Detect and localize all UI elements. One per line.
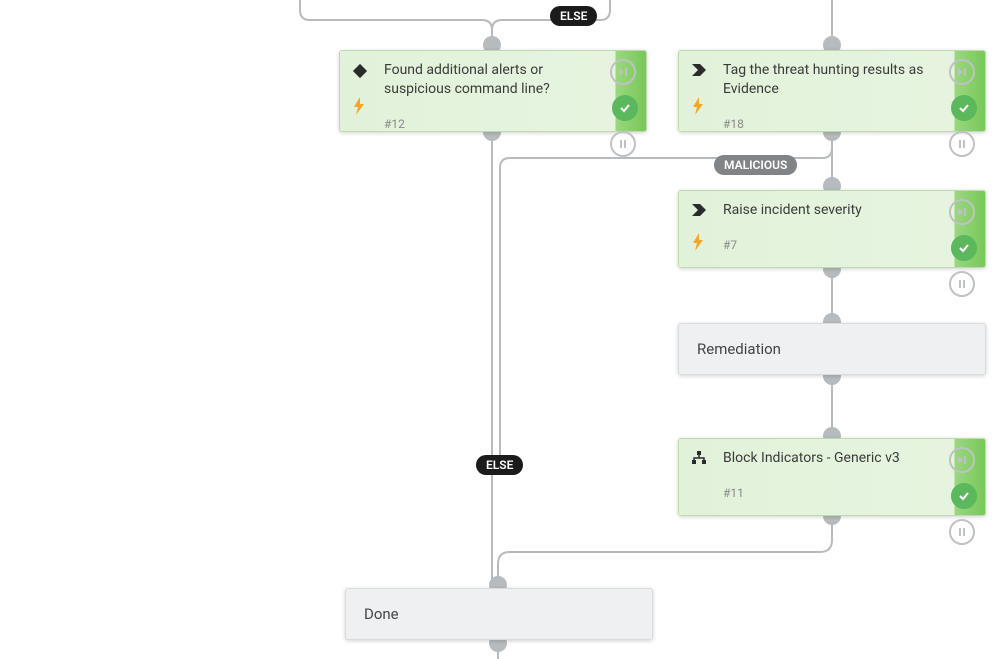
chevron-icon xyxy=(691,203,707,221)
skip-button[interactable] xyxy=(949,447,975,473)
pause-button[interactable] xyxy=(949,519,975,545)
pause-button[interactable] xyxy=(949,131,975,157)
status-success-icon xyxy=(951,95,977,121)
task-tag: #11 xyxy=(723,486,937,500)
task-title: Raise incident severity xyxy=(723,201,937,220)
task-title: Tag the threat hunting results as Eviden… xyxy=(723,61,937,99)
section-title: Done xyxy=(364,605,399,623)
section-node-done[interactable]: Done xyxy=(345,588,653,640)
diamond-icon xyxy=(352,63,368,83)
skip-button[interactable] xyxy=(949,199,975,225)
branch-label-malicious: MALICIOUS xyxy=(714,155,797,175)
status-success-icon xyxy=(951,235,977,261)
task-node-11[interactable]: Block Indicators - Generic v3 #11 xyxy=(678,438,986,516)
bolt-icon xyxy=(691,97,705,119)
skip-button[interactable] xyxy=(949,59,975,85)
status-success-icon xyxy=(612,95,638,121)
task-title: Block Indicators - Generic v3 xyxy=(723,449,937,468)
branch-label-else: ELSE xyxy=(476,455,523,475)
pause-button[interactable] xyxy=(949,271,975,297)
bolt-icon xyxy=(691,233,705,255)
branch-label-else: ELSE xyxy=(550,6,597,26)
task-tag: #12 xyxy=(384,117,598,131)
tree-icon xyxy=(691,451,707,469)
task-title: Found additional alerts or suspicious co… xyxy=(384,61,598,99)
skip-button[interactable] xyxy=(610,59,636,85)
pause-button[interactable] xyxy=(610,131,636,157)
task-node-12[interactable]: Found additional alerts or suspicious co… xyxy=(339,50,647,132)
bolt-icon xyxy=(352,97,366,119)
section-node-remediation[interactable]: Remediation xyxy=(678,323,986,375)
status-success-icon xyxy=(951,483,977,509)
task-tag: #18 xyxy=(723,117,937,131)
section-title: Remediation xyxy=(697,340,781,358)
chevron-icon xyxy=(691,63,707,81)
task-tag: #7 xyxy=(723,238,937,252)
task-node-7[interactable]: Raise incident severity #7 xyxy=(678,190,986,268)
task-node-18[interactable]: Tag the threat hunting results as Eviden… xyxy=(678,50,986,132)
